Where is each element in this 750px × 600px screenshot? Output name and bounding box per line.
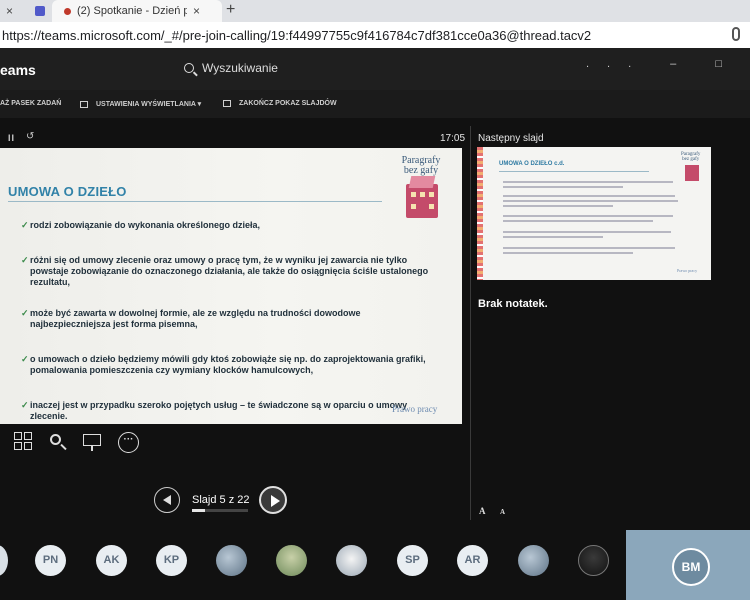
window-controls[interactable]: ... – □ [586,58,740,70]
new-tab-button[interactable]: + [226,1,235,19]
participant-photo-avatar[interactable] [276,545,307,576]
more-options-icon[interactable]: ··· [118,432,139,453]
decorative-stripe [477,147,483,280]
presenter-toolbar: AŻ PASEK ZADAŃ USTAWIENIA WYŚWIETLANIA ▾… [0,90,750,118]
participant-avatar[interactable]: KP [156,545,187,576]
slide-counter: Slajd 5 z 22 [192,494,250,506]
teams-header: eams Wyszukiwanie ... – □ [0,48,750,90]
increase-font-button[interactable]: A [479,506,486,516]
hide-taskbar-button[interactable]: AŻ PASEK ZADAŃ [0,100,61,107]
microphone-icon[interactable] [732,27,740,41]
check-icon: ✓ [21,308,29,318]
participant-photo-avatar[interactable] [578,545,609,576]
preview-logo-house-icon [685,165,699,181]
check-icon: ✓ [21,354,29,364]
previous-slide-button[interactable] [154,487,180,513]
bullet-item: ✓ może być zawarta w dowolnej formie, ale… [21,308,440,330]
browser-tab-bar: × (2) Spotkanie - Dzień przed × + [0,0,750,22]
speaker-notes: Brak notatek. [478,298,548,310]
presentation-time: 17:05 [440,133,466,144]
close-tab-icon[interactable]: × [6,4,13,18]
participant-avatar[interactable]: AR [457,545,488,576]
divider [470,126,471,520]
next-slide-preview[interactable]: Paragrafy bez gafy UMOWA O DZIEŁO c.d. P… [477,147,711,280]
title-underline [8,201,382,202]
pause-icon[interactable]: II [8,133,15,143]
end-show-button[interactable]: ZAKOŃCZ POKAZ SLAJDÓW [223,100,337,107]
slide-progress-bar [192,509,248,512]
decrease-font-button[interactable]: A [500,508,505,516]
hide-taskbar-label: AŻ PASEK ZADAŃ [0,100,62,107]
check-icon: ✓ [21,400,29,410]
bullet-text: może być zawarta w dowolnej formie, ale … [30,308,361,329]
preview-footer: Prawo pracy [677,268,698,273]
end-show-label: ZAKOŃCZ POKAZ SLAJDÓW [239,100,337,107]
next-slide-button[interactable] [259,486,287,514]
bullet-item: ✓ rodzi zobowiązanie do wykonania określo… [21,220,440,231]
app-title: eams [0,62,36,78]
browser-tab[interactable]: × [0,0,50,22]
slide-title: UMOWA O DZIEŁO [8,184,127,199]
zoom-icon[interactable] [48,432,68,452]
url-text: https://teams.microsoft.com/_#/pre-join-… [2,27,592,43]
bullet-text: o umowach o dzieło będziemy mówili gdy k… [30,354,426,375]
search-icon [184,63,194,73]
display-settings-button[interactable]: USTAWIENIA WYŚWIETLANIA ▾ [80,100,201,108]
logo-house-icon [406,184,438,218]
search-box[interactable]: Wyszukiwanie [184,61,278,75]
self-avatar[interactable]: BM [672,548,710,586]
participant-photo-avatar[interactable] [216,545,247,576]
bullet-item: ✓ o umowach o dzieło będziemy mówili gdy … [21,354,440,376]
black-screen-icon[interactable] [82,432,102,452]
preview-logo: Paragrafy bez gafy [681,152,700,162]
participant-photo-avatar[interactable] [518,545,549,576]
tab-title: (2) Spotkanie - Dzień przed [77,5,187,17]
bullet-text: różni się od umowy zlecenie oraz umowy o… [30,255,429,287]
address-bar[interactable]: https://teams.microsoft.com/_#/pre-join-… [0,22,750,48]
end-show-icon [223,100,231,107]
slide-footer: Prawo pracy [392,404,438,414]
preview-logo-line2: bez gafy [682,157,700,162]
preview-title: UMOWA O DZIEŁO c.d. [499,161,565,167]
check-icon: ✓ [21,220,29,230]
participant-avatar[interactable]: PN [35,545,66,576]
close-tab-icon[interactable]: × [193,4,200,18]
next-slide-label: Następny slajd [478,133,544,144]
restart-timer-icon[interactable]: ↺ [26,131,34,142]
teams-icon [35,6,46,16]
display-settings-icon [80,100,88,108]
display-settings-label: USTAWIENIA WYŚWIETLANIA ▾ [96,101,202,108]
logo-line2: bez gafy [403,165,439,176]
current-slide: Paragrafy bez gafy UMOWA O DZIEŁO ✓ rodzi… [0,148,462,424]
recording-icon [64,7,71,15]
browser-tab-active[interactable]: (2) Spotkanie - Dzień przed × [52,0,222,22]
participant-avatar[interactable]: AK [96,545,127,576]
bullet-text: inaczej jest w przypadku szeroko pojętyc… [30,400,408,421]
slide-progress-fill [192,509,205,512]
slide-bullets: ✓ rodzi zobowiązanie do wykonania określo… [21,220,440,446]
bullet-item: ✓ różni się od umowy zlecenie oraz umowy … [21,255,440,288]
see-all-slides-icon[interactable] [14,432,34,452]
bullet-item: ✓ inaczej jest w przypadku szeroko pojęty… [21,400,440,422]
bullet-text: rodzi zobowiązanie do wykonania określon… [30,220,261,230]
check-icon: ✓ [21,255,29,265]
participant-avatar[interactable]: SP [397,545,428,576]
search-placeholder: Wyszukiwanie [202,61,278,75]
participant-photo-avatar[interactable] [336,545,367,576]
